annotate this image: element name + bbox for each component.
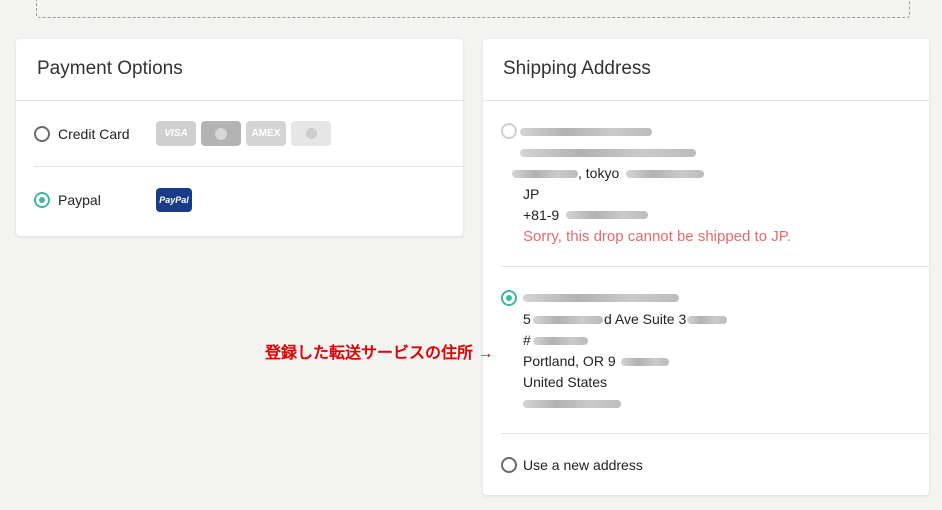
address-jp-country: JP xyxy=(523,186,540,202)
credit-card-radio[interactable] xyxy=(34,126,50,142)
payment-divider xyxy=(34,166,463,167)
mastercard-logo xyxy=(201,121,241,146)
address-jp-city: , tokyo xyxy=(578,165,620,181)
payment-options-title: Payment Options xyxy=(16,39,463,101)
new-address-radio[interactable] xyxy=(501,457,517,473)
shipping-divider-2 xyxy=(501,433,929,434)
redacted-name-us xyxy=(523,294,679,302)
redacted-district xyxy=(512,170,578,178)
redacted-unit xyxy=(533,337,588,345)
new-address-label[interactable]: Use a new address xyxy=(523,457,643,473)
redacted-street xyxy=(520,149,696,157)
shipping-address-title: Shipping Address xyxy=(483,39,929,101)
address-us-city: Portland, OR 9 xyxy=(523,353,616,369)
redacted-phone-us xyxy=(523,400,621,408)
paypal-radio[interactable] xyxy=(34,192,50,208)
redacted-street-us xyxy=(533,316,603,324)
address-us-country: United States xyxy=(523,374,608,390)
redacted-phone xyxy=(566,211,648,219)
payment-options-card: Payment Options Credit Card VISA AMEX Pa… xyxy=(16,39,463,236)
shipping-address-card: Shipping Address , tokyo JP +81-9 Sorry,… xyxy=(483,39,929,495)
shipping-error-message: Sorry, this drop cannot be shipped to JP… xyxy=(523,228,791,245)
address-jp-phone: +81-9 xyxy=(523,207,560,223)
redacted-zip xyxy=(621,358,669,366)
paypal-label[interactable]: Paypal xyxy=(58,192,101,208)
address-us-unit: # xyxy=(523,332,531,348)
discover-logo xyxy=(291,121,331,146)
forwarding-address-annotation: 登録した転送サービスの住所 → xyxy=(265,345,494,362)
dashed-placeholder-box xyxy=(36,0,910,18)
credit-card-label[interactable]: Credit Card xyxy=(58,126,130,142)
redacted-postal xyxy=(626,170,704,178)
address-jp-radio[interactable] xyxy=(501,123,517,139)
amex-logo: AMEX xyxy=(246,121,286,146)
paypal-logo: PayPal xyxy=(156,188,192,212)
shipping-divider-1 xyxy=(501,266,929,267)
redacted-suite xyxy=(687,316,727,324)
address-us-street: d Ave Suite 3 xyxy=(604,311,687,327)
address-us-street-prefix: 5 xyxy=(523,311,531,327)
visa-logo: VISA xyxy=(156,121,196,146)
redacted-name xyxy=(520,128,652,136)
address-us-radio[interactable] xyxy=(501,290,517,306)
